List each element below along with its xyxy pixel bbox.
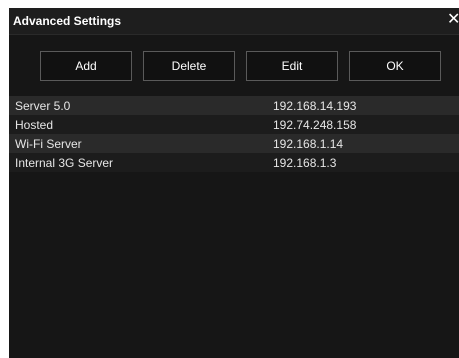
server-row[interactable]: Server 5.0 192.168.14.193	[9, 96, 459, 115]
server-row[interactable]: Wi-Fi Server 192.168.1.14	[9, 134, 459, 153]
delete-button[interactable]: Delete	[143, 51, 235, 81]
add-button[interactable]: Add	[40, 51, 132, 81]
server-row[interactable]: Hosted 192.74.248.158	[9, 115, 459, 134]
title-bar: Advanced Settings ✕	[9, 8, 459, 35]
server-name: Internal 3G Server	[15, 156, 114, 170]
server-ip: 192.168.1.3	[273, 156, 337, 170]
server-name: Wi-Fi Server	[15, 137, 82, 151]
close-icon[interactable]: ✕	[447, 10, 459, 30]
server-list: Server 5.0 192.168.14.193 Hosted 192.74.…	[9, 96, 459, 172]
edit-button[interactable]: Edit	[246, 51, 338, 81]
server-ip: 192.168.14.193	[273, 99, 357, 113]
server-row[interactable]: Internal 3G Server 192.168.1.3	[9, 153, 459, 172]
server-ip: 192.168.1.14	[273, 137, 344, 151]
server-name: Hosted	[15, 118, 54, 132]
ok-button[interactable]: OK	[349, 51, 441, 81]
server-name: Server 5.0	[15, 99, 71, 113]
server-ip: 192.74.248.158	[273, 118, 357, 132]
advanced-settings-dialog: Advanced Settings ✕ Add Delete Edit OK S…	[9, 8, 459, 358]
dialog-title: Advanced Settings	[13, 14, 122, 28]
toolbar: Add Delete Edit OK	[9, 35, 459, 93]
